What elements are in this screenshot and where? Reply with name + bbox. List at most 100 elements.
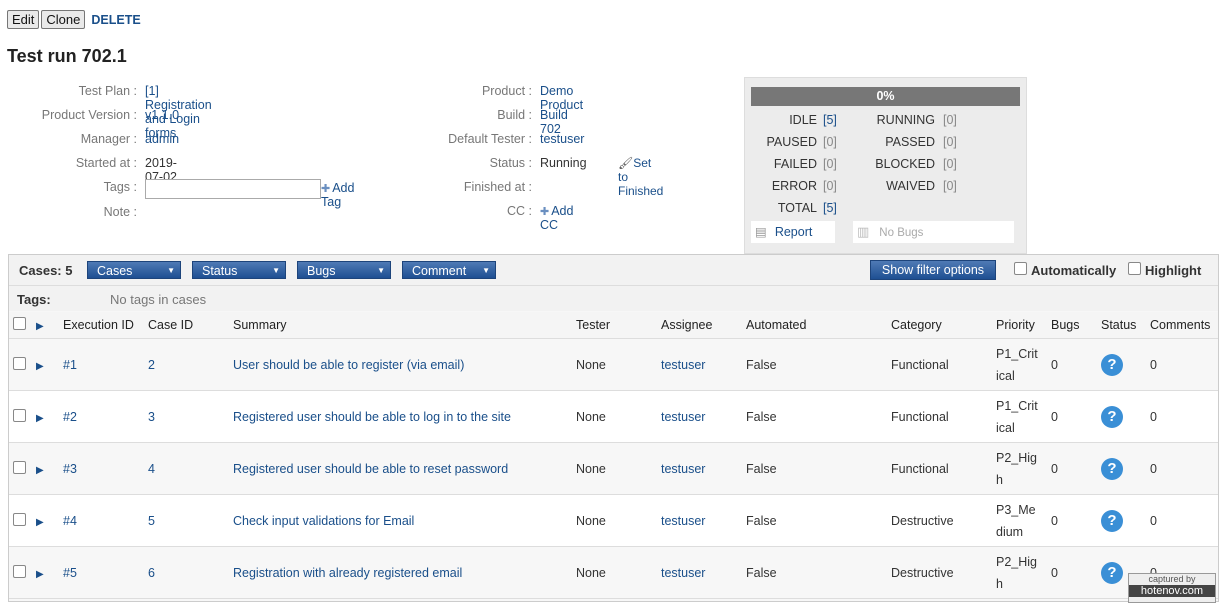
summary-link[interactable]: Registration with already registered ema… [233,546,576,599]
plus-icon: ✚ [540,206,550,218]
tag-input[interactable] [145,179,321,199]
question-icon[interactable]: ? [1101,405,1123,428]
summary-link[interactable]: Check input validations for Email [233,494,576,547]
add-tag-link[interactable]: ✚ Add Tag [321,181,354,209]
expand-row-icon[interactable]: ▶ [36,413,44,424]
set-finished-link[interactable]: 🖌Set to Finished [618,156,663,198]
passed-count: [0] [943,135,957,149]
edit-button[interactable]: Edit [7,10,40,29]
failed-label: FAILED [773,157,817,171]
product-label: Product : [481,84,532,98]
comment-dropdown-label: Comment [412,264,467,278]
error-label: ERROR [771,179,817,193]
product-version-label: Product Version : [41,108,137,122]
add-cc-link[interactable]: ✚ Add CC [540,204,573,232]
execution-id-link[interactable]: #2 [63,390,148,443]
case-id-link[interactable]: 5 [148,494,233,547]
expand-row-icon[interactable]: ▶ [36,465,44,476]
row-checkbox[interactable] [13,564,26,578]
cases-count: Cases: 5 [19,263,73,278]
case-id-link[interactable]: 4 [148,442,233,495]
assignee-link[interactable]: testuser [661,494,746,547]
delete-link[interactable]: DELETE [91,13,140,27]
summary-link[interactable]: Registered user should be able to reset … [233,442,576,495]
row-checkbox[interactable] [13,408,26,422]
passed-label: PASSED [885,135,935,149]
note-label: Note : [103,205,137,219]
case-id-link[interactable]: 6 [148,546,233,599]
select-all-checkbox[interactable] [13,317,26,330]
question-icon[interactable]: ? [1101,457,1123,480]
col-tester[interactable]: Tester [576,312,661,339]
report-link[interactable]: ▤ Report [751,221,835,243]
paused-label: PAUSED [766,135,817,149]
caret-down-icon: ▼ [377,266,385,275]
default-tester-link[interactable]: testuser [540,132,584,146]
col-status[interactable]: Status [1101,312,1150,339]
expand-all-icon[interactable]: ▶ [36,321,44,332]
watermark: captured by hotenov.com [1128,573,1216,603]
execution-id-link[interactable]: #3 [63,442,148,495]
table-row: ▶ #2 3 Registered user should be able to… [9,390,1218,443]
total-count[interactable]: [5] [823,201,837,215]
expand-row-icon[interactable]: ▶ [36,361,44,372]
col-execution-id[interactable]: Execution ID [63,312,148,339]
tags-row: Tags: No tags in cases [9,286,1218,311]
table-row: ▶ #1 2 User should be able to register (… [9,338,1218,391]
watermark-line1: captured by [1148,574,1196,584]
table-row: ▶ #4 5 Check input validations for Email… [9,494,1218,547]
top-actions: Edit Clone DELETE [7,10,141,29]
execution-id-link[interactable]: #1 [63,338,148,391]
execution-id-link[interactable]: #4 [63,494,148,547]
comments-value: 0 [1150,338,1218,391]
col-summary[interactable]: Summary [233,312,576,339]
assignee-link[interactable]: testuser [661,442,746,495]
bugs-dropdown[interactable]: Bugs ▼ [297,261,391,279]
product-version-link[interactable]: v1.1.0 [145,108,179,122]
idle-count[interactable]: [5] [823,113,837,127]
tester-value: None [576,390,661,443]
assignee-link[interactable]: testuser [661,338,746,391]
comment-dropdown[interactable]: Comment ▼ [402,261,496,279]
clone-button[interactable]: Clone [41,10,86,29]
row-checkbox[interactable] [13,460,26,474]
status-dropdown[interactable]: Status ▼ [192,261,286,279]
row-checkbox[interactable] [13,356,26,370]
status-label: Status : [489,156,532,170]
expand-row-icon[interactable]: ▶ [36,569,44,580]
execution-id-link[interactable]: #5 [63,546,148,599]
cases-dropdown[interactable]: Cases ▼ [87,261,181,279]
tags-label: Tags : [103,180,137,194]
col-assignee[interactable]: Assignee [661,312,746,339]
col-comments[interactable]: Comments [1150,312,1218,339]
bar-chart-icon: ▥ [857,224,870,239]
automatically-checkbox[interactable] [1014,262,1027,275]
summary-link[interactable]: Registered user should be able to log in… [233,390,576,443]
col-category[interactable]: Category [891,312,996,339]
manager-label: Manager : [80,132,137,146]
row-checkbox[interactable] [13,512,26,526]
summary-link[interactable]: User should be able to register (via ema… [233,338,576,391]
case-id-link[interactable]: 3 [148,390,233,443]
col-priority[interactable]: Priority [996,312,1051,339]
status-cell: ? [1101,494,1150,547]
col-case-id[interactable]: Case ID [148,312,233,339]
case-id-link[interactable]: 2 [148,338,233,391]
question-icon[interactable]: ? [1101,353,1123,376]
priority-value: P1_Crit ical [996,390,1051,443]
question-icon[interactable]: ? [1101,509,1123,532]
expand-row-icon[interactable]: ▶ [36,517,44,528]
highlight-checkbox[interactable] [1128,262,1141,275]
category-value: Functional [891,390,996,443]
priority-value: P1_Crit ical [996,338,1051,391]
question-icon[interactable]: ? [1101,561,1123,584]
run-summary: 0% IDLE [5] RUNNING [0] PAUSED [0] PASSE… [744,77,1027,254]
manager-link[interactable]: admin [145,132,179,146]
assignee-link[interactable]: testuser [661,390,746,443]
col-bugs[interactable]: Bugs [1051,312,1101,339]
assignee-link[interactable]: testuser [661,546,746,599]
blocked-count: [0] [943,157,957,171]
show-filter-button[interactable]: Show filter options [870,260,996,280]
status-cell: ? [1101,442,1150,495]
col-automated[interactable]: Automated [746,312,891,339]
